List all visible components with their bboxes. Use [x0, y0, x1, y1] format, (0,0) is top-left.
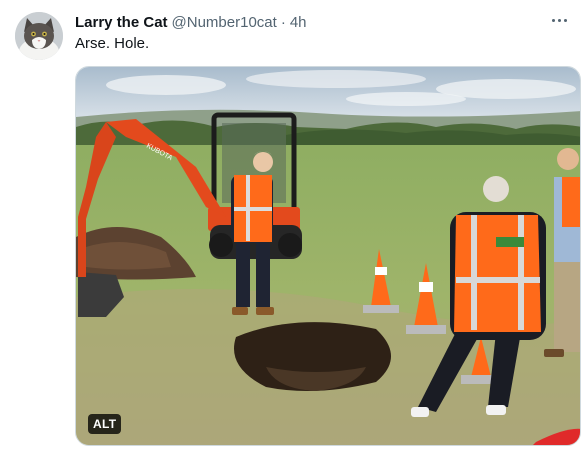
photo-image: KUBOTA	[76, 67, 580, 445]
user-handle[interactable]: @Number10cat	[172, 14, 277, 31]
cat-avatar-icon	[15, 12, 63, 60]
alt-text-badge[interactable]: ALT	[88, 414, 122, 434]
tweet[interactable]: Larry the Cat @Number10cat · 4h Arse. Ho…	[0, 0, 585, 450]
tweet-photo[interactable]: KUBOTA ALT	[75, 66, 581, 446]
display-name[interactable]: Larry the Cat	[75, 14, 168, 31]
tweet-text: Arse. Hole.	[75, 35, 150, 52]
avatar[interactable]	[15, 12, 63, 60]
more-options-button[interactable]	[545, 9, 573, 31]
separator-dot: ·	[280, 13, 286, 31]
timestamp[interactable]: 4h	[290, 14, 307, 31]
tweet-header: Larry the Cat @Number10cat · 4h	[75, 13, 307, 31]
ellipsis-icon	[551, 18, 567, 22]
